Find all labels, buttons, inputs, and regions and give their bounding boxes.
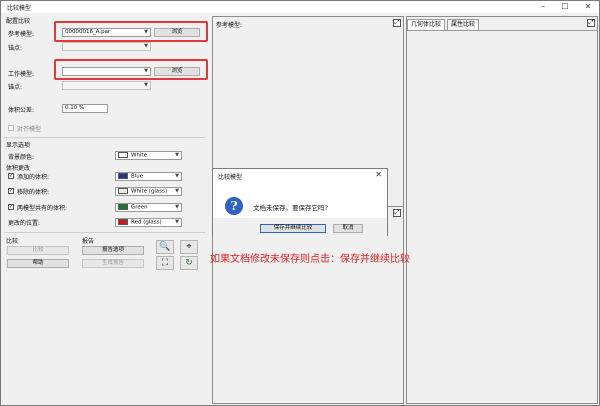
chevron-down-icon: ▼ [175, 204, 179, 210]
color-swatch [118, 173, 128, 179]
help-button[interactable]: 帮助 [7, 259, 69, 268]
divider [4, 232, 205, 233]
color-swatch [118, 204, 128, 210]
maximize-view-icon[interactable]: ⤢ [393, 19, 401, 27]
report-section-title: 报告 [82, 238, 95, 245]
color-swatch [118, 152, 128, 158]
shared-volume-label: 两模型共有的体积: [17, 205, 68, 212]
maximize-view-icon[interactable]: ⤢ [393, 209, 401, 217]
volume-change-title: 体积更改 [6, 165, 31, 172]
dialog-title: 比较模型 [218, 174, 243, 181]
added-volume-value: Blue [131, 173, 144, 180]
bg-color-select[interactable]: White ▼ [115, 151, 182, 160]
divider [407, 30, 597, 31]
added-volume-label: 添加的体积: [17, 174, 50, 181]
save-prompt-dialog: 比较模型 ✕ ? 文档未保存。要保存它吗? 保存并继续比较 取消 [212, 168, 388, 236]
removed-volume-checkbox[interactable]: ✓ [8, 188, 14, 194]
color-swatch [118, 188, 128, 194]
chevron-down-icon: ▼ [175, 188, 179, 194]
chevron-down-icon: ▼ [144, 82, 148, 88]
changed-position-value: Red (glass) [131, 219, 162, 226]
display-section-title: 显示选项 [6, 142, 31, 149]
refresh-icon[interactable]: ↻ [180, 256, 198, 270]
chevron-down-icon: ▼ [175, 173, 179, 179]
added-volume-checkbox[interactable]: ✓ [8, 173, 14, 179]
chevron-down-icon: ▼ [175, 152, 179, 158]
chevron-down-icon: ▼ [144, 43, 148, 49]
bg-color-label: 背景颜色: [8, 154, 35, 161]
save-and-continue-button[interactable]: 保存并继续比较 [260, 224, 326, 233]
work-model-label: 工作模型: [8, 71, 35, 78]
bg-color-value: White [131, 152, 147, 159]
compare-section-title: 比较 [6, 238, 19, 245]
changed-position-select[interactable]: Red (glass) ▼ [115, 218, 182, 227]
work-anchor-select[interactable]: ▼ [62, 81, 151, 90]
reference-viewport-title: 参考模型: [216, 22, 243, 29]
removed-volume-select[interactable]: White (glass) ▼ [115, 187, 182, 196]
window-title: 比较模型 [7, 5, 32, 12]
align-label: 对齐模型 [17, 126, 42, 133]
fit-view-icon[interactable]: ⌖ [180, 240, 198, 254]
divider [4, 137, 205, 138]
ref-anchor-select[interactable]: ▼ [62, 42, 151, 51]
shared-volume-value: Green [131, 204, 148, 211]
changed-position-label: 更改的位置: [8, 220, 41, 227]
tab-geometry-compare[interactable]: 几何体比较 [407, 19, 446, 30]
minimize-icon[interactable]: – [536, 2, 550, 12]
highlight-box-work [54, 59, 208, 80]
volume-tol-value: 0.10 % [65, 105, 85, 111]
removed-volume-label: 移除的体积: [17, 189, 50, 196]
work-anchor-label: 锚点: [8, 84, 23, 91]
maximize-view-icon[interactable]: ⤢ [587, 19, 595, 27]
align-checkbox[interactable] [8, 125, 14, 131]
close-icon[interactable]: ✕ [581, 2, 595, 12]
dialog-message: 文档未保存。要保存它吗? [253, 204, 328, 212]
cancel-button[interactable]: 取消 [333, 224, 363, 233]
added-volume-select[interactable]: Blue ▼ [115, 172, 182, 181]
generate-report-button[interactable]: 生成报告 [82, 259, 144, 268]
zoom-icon[interactable]: 🔍 [156, 240, 174, 254]
shared-volume-select[interactable]: Green ▼ [115, 203, 182, 212]
dialog-footer: 保存并继续比较 取消 [213, 218, 387, 236]
shared-volume-checkbox[interactable]: ✓ [8, 204, 14, 210]
color-swatch [118, 219, 128, 225]
ref-anchor-label: 锚点: [8, 45, 23, 52]
removed-volume-value: White (glass) [131, 188, 168, 195]
annotation-note: 如果文档修改未保存则点击：保存并继续比较 [210, 254, 410, 265]
chevron-down-icon: ▼ [175, 219, 179, 225]
results-panel: ⤢ [406, 16, 598, 404]
tab-property-compare[interactable]: 属性比较 [447, 19, 480, 30]
title-bar: 比较模型 – ☐ ✕ [1, 1, 599, 13]
maximize-icon[interactable]: ☐ [558, 2, 572, 12]
select-icon[interactable]: ⛶ [156, 256, 174, 270]
close-icon[interactable]: ✕ [375, 170, 382, 179]
highlight-box-ref [54, 21, 208, 42]
config-section-title: 配置比较 [6, 18, 31, 25]
report-options-button[interactable]: 报告选项 [82, 246, 144, 255]
volume-tol-label: 体积公差: [8, 107, 35, 114]
volume-tol-input[interactable]: 0.10 % [62, 104, 108, 113]
ref-model-label: 参考模型: [8, 31, 35, 38]
question-icon: ? [225, 197, 243, 215]
compare-button[interactable]: 比较 [7, 246, 69, 255]
